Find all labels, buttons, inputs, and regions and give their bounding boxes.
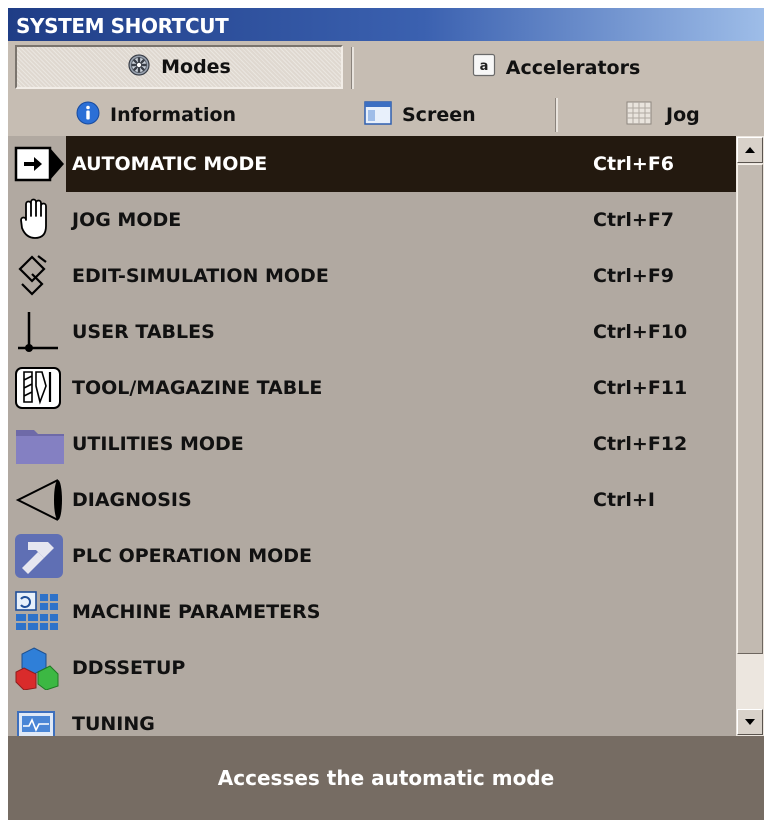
scroll-up-button[interactable] <box>737 137 763 163</box>
parameters-grid-icon <box>14 590 66 634</box>
scroll-down-button[interactable] <box>737 709 763 735</box>
list-item-machine-parameters[interactable]: MACHINE PARAMETERS <box>8 584 736 640</box>
item-label: DDSSETUP <box>72 657 186 679</box>
diamond-edit-icon <box>14 254 66 298</box>
arrow-down-icon <box>745 719 755 725</box>
item-shortcut: Ctrl+F11 <box>593 377 688 399</box>
key-letter: a <box>479 59 488 74</box>
tab-accelerators-label: Accelerators <box>505 56 641 79</box>
gear-icon <box>127 53 151 82</box>
list-item-tuning[interactable]: TUNING <box>8 696 736 736</box>
window-title: SYSTEM SHORTCUT <box>16 14 229 38</box>
list-item-automatic-mode[interactable]: AUTOMATIC MODE Ctrl+F6 <box>8 136 736 192</box>
axis-icon <box>14 310 66 354</box>
item-label: AUTOMATIC MODE <box>72 153 268 175</box>
tab-jog-label: Jog <box>666 104 700 126</box>
vertical-scrollbar[interactable] <box>736 136 764 736</box>
tab-screen-label: Screen <box>402 104 476 126</box>
item-shortcut: Ctrl+F10 <box>593 321 688 343</box>
shortcut-list: AUTOMATIC MODE Ctrl+F6 JOG MODE Ctrl+F7 <box>8 136 736 736</box>
item-label: MACHINE PARAMETERS <box>72 601 321 623</box>
item-shortcut: Ctrl+F7 <box>593 209 675 231</box>
sub-tab-bar: Information Screen Jog <box>8 94 764 136</box>
hammer-icon <box>14 534 66 578</box>
item-shortcut: Ctrl+F12 <box>593 433 688 455</box>
title-bar: SYSTEM SHORTCUT <box>8 8 764 41</box>
item-shortcut: Ctrl+F6 <box>593 153 675 175</box>
status-text: Accesses the automatic mode <box>217 766 555 790</box>
info-icon <box>76 101 100 130</box>
item-label: EDIT-SIMULATION MODE <box>72 265 329 287</box>
tab-jog[interactable]: Jog <box>626 94 700 136</box>
arrow-up-icon <box>745 147 755 153</box>
system-shortcut-window: SYSTEM SHORTCUT Modes a Accelerators Inf… <box>8 8 764 820</box>
arrow-right-icon <box>14 142 66 186</box>
tab-information[interactable]: Information <box>76 94 236 136</box>
item-label: TUNING <box>72 713 155 735</box>
item-label: TOOL/MAGAZINE TABLE <box>72 377 323 399</box>
list-item-user-tables[interactable]: USER TABLES Ctrl+F10 <box>8 304 736 360</box>
scrollbar-thumb[interactable] <box>737 164 763 654</box>
status-bar: Accesses the automatic mode <box>8 736 764 820</box>
tab-separator <box>351 47 354 89</box>
tab-information-label: Information <box>110 104 237 126</box>
letter-a-key-icon: a <box>472 53 496 82</box>
list-item-jog-mode[interactable]: JOG MODE Ctrl+F7 <box>8 192 736 248</box>
monitor-wave-icon <box>14 702 66 736</box>
item-label: PLC OPERATION MODE <box>72 545 313 567</box>
list-item-edit-simulation-mode[interactable]: EDIT-SIMULATION MODE Ctrl+F9 <box>8 248 736 304</box>
hand-icon <box>14 198 66 242</box>
tool-icon <box>14 366 66 410</box>
item-shortcut: Ctrl+F9 <box>593 265 675 287</box>
item-label: JOG MODE <box>72 209 182 231</box>
tab-accelerators[interactable]: a Accelerators <box>356 41 756 94</box>
cubes-icon <box>14 646 66 691</box>
item-shortcut: Ctrl+I <box>593 489 655 511</box>
tab-separator <box>555 98 558 132</box>
cone-diagnosis-icon <box>14 478 66 522</box>
top-tab-bar: Modes a Accelerators <box>8 41 764 94</box>
tab-screen[interactable]: Screen <box>364 94 476 136</box>
screen-window-icon <box>364 100 392 130</box>
list-item-diagnosis[interactable]: DIAGNOSIS Ctrl+I <box>8 472 736 528</box>
item-label: UTILITIES MODE <box>72 433 244 455</box>
folder-icon <box>14 422 66 466</box>
grid-table-icon <box>626 101 652 130</box>
item-label: USER TABLES <box>72 321 215 343</box>
list-item-tool-magazine-table[interactable]: TOOL/MAGAZINE TABLE Ctrl+F11 <box>8 360 736 416</box>
item-label: DIAGNOSIS <box>72 489 192 511</box>
tab-modes-label: Modes <box>161 56 231 78</box>
list-item-utilities-mode[interactable]: UTILITIES MODE Ctrl+F12 <box>8 416 736 472</box>
list-item-plc-operation-mode[interactable]: PLC OPERATION MODE <box>8 528 736 584</box>
tab-modes[interactable]: Modes <box>15 45 343 89</box>
list-item-ddssetup[interactable]: DDSSETUP <box>8 640 736 696</box>
